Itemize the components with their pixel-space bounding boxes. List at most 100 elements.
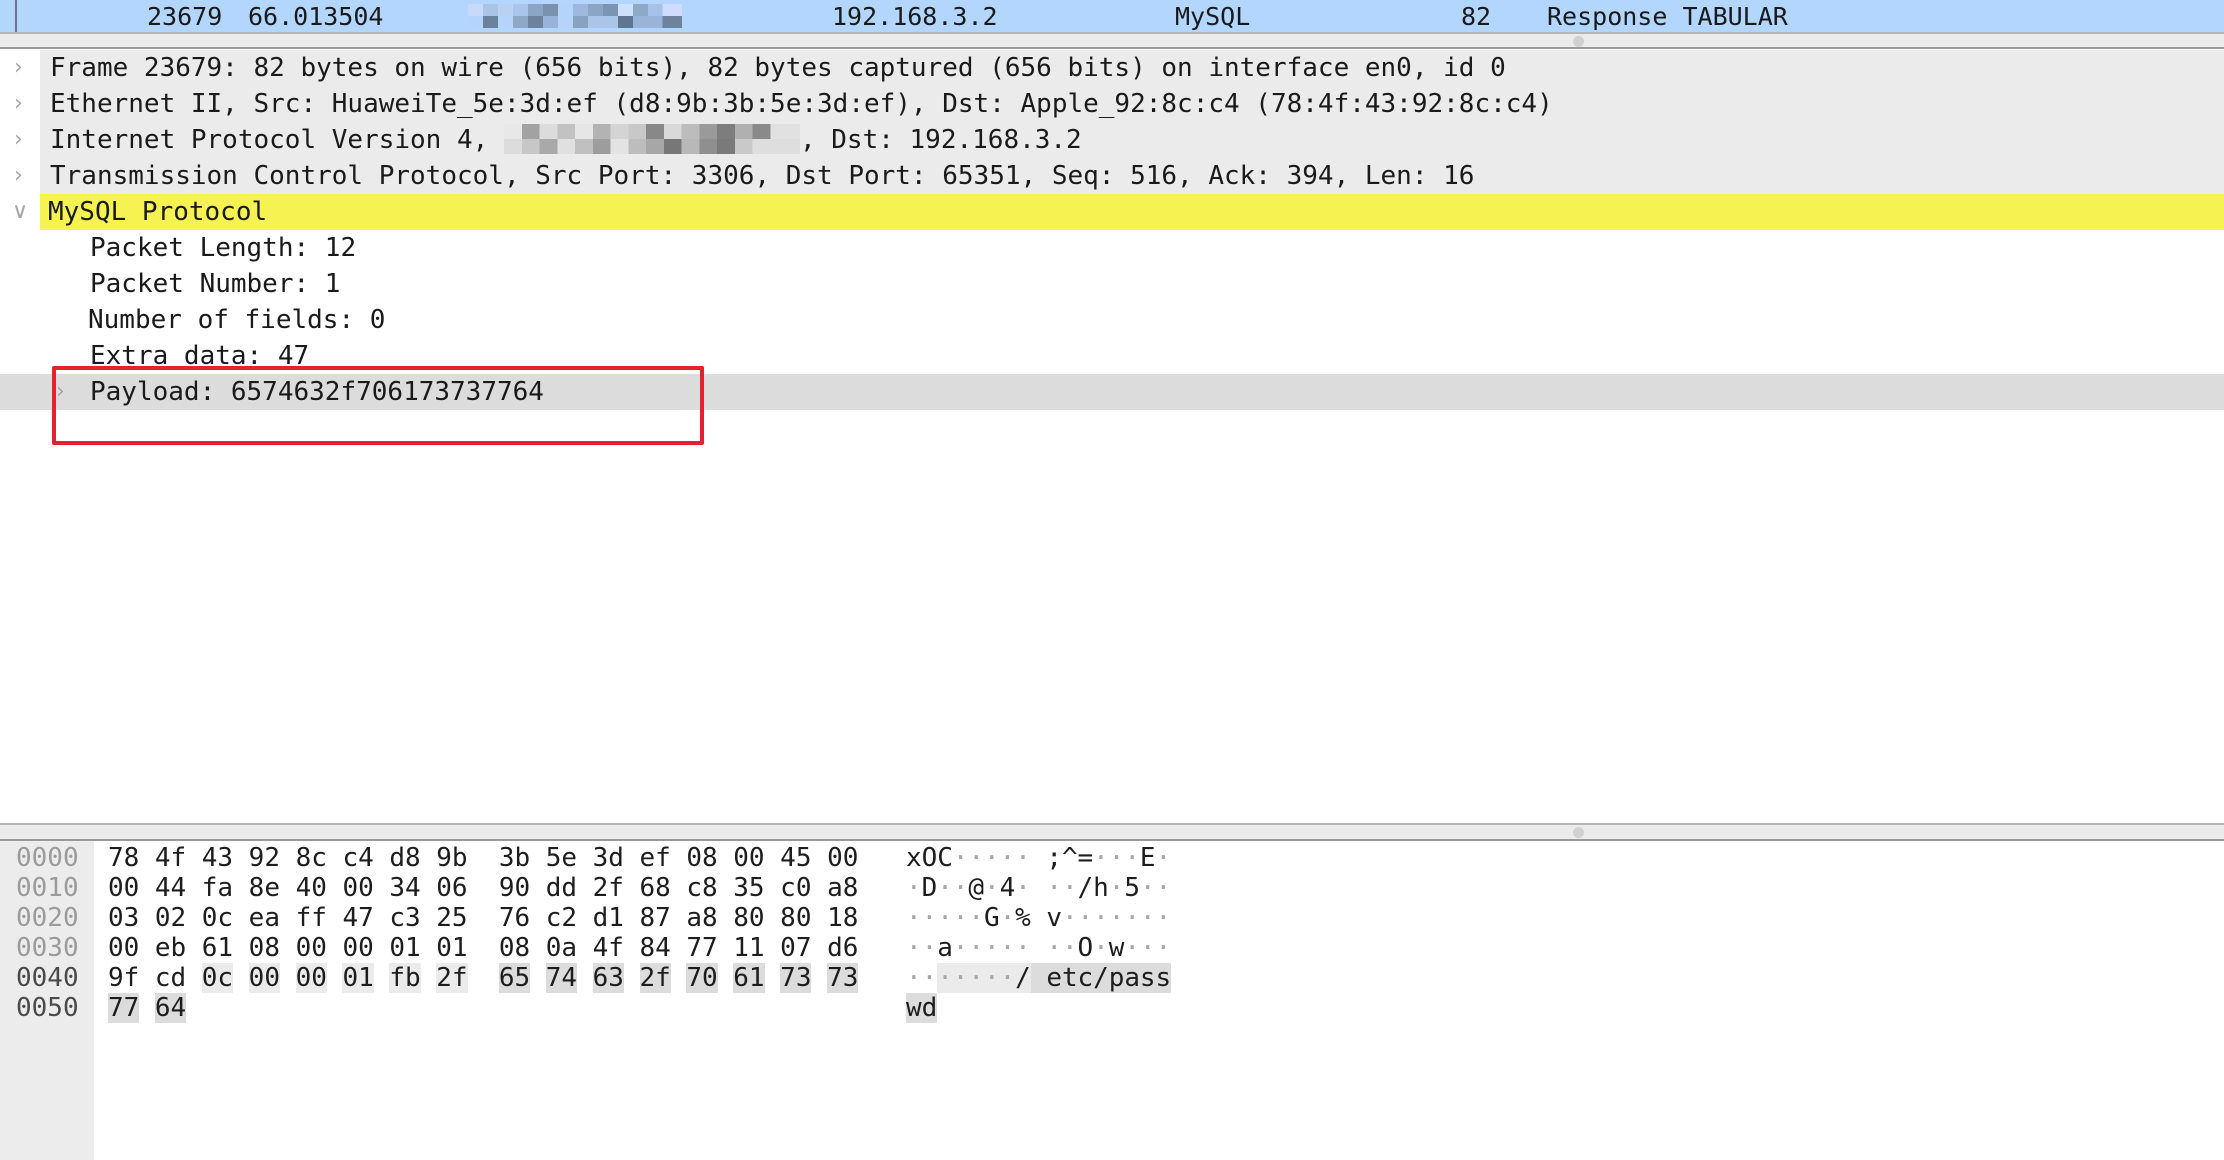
hex-byte[interactable]: 03 (108, 903, 139, 933)
hex-byte[interactable]: 73 (827, 963, 858, 993)
tree-row-tcp[interactable]: › Transmission Control Protocol, Src Por… (0, 158, 2224, 194)
tree-row-packet-length[interactable]: Packet Length: 12 (0, 230, 2224, 266)
hex-byte[interactable]: c3 (389, 903, 420, 933)
hex-row[interactable]: 0010 00 44 fa 8e 40 00 34 06 90 dd 2f 68 c8 35 c0 a8 ·D··… (0, 873, 2224, 903)
ascii-char[interactable]: · (968, 963, 984, 993)
ascii-char[interactable]: t (1061, 963, 1078, 993)
ascii-char[interactable]: · (1156, 843, 1172, 873)
chevron-right-icon[interactable]: › (14, 86, 23, 122)
ascii-char[interactable]: · (1015, 873, 1031, 903)
hex-byte[interactable]: 01 (342, 963, 374, 993)
hex-dump-pane[interactable]: 0000 78 4f 43 92 8c c4 d8 9b 3b 5e 3d ef 08 00 45 00 xOC·… (0, 841, 2224, 1160)
hex-byte[interactable]: 01 (436, 933, 467, 963)
ascii-char[interactable]: · (953, 903, 969, 933)
hex-byte[interactable]: 00 (108, 933, 139, 963)
ascii-char[interactable]: · (984, 843, 1000, 873)
ascii-char[interactable]: · (1140, 873, 1156, 903)
hex-byte[interactable]: 77 (686, 933, 717, 963)
hex-byte[interactable]: 00 (733, 843, 764, 873)
ascii-char[interactable]: · (1000, 903, 1016, 933)
ascii-char[interactable]: E (1140, 843, 1156, 873)
hex-row[interactable]: 0050 77 64 wd (0, 993, 2224, 1023)
hex-bytes[interactable]: 78 4f 43 92 8c c4 d8 9b 3b 5e 3d ef 08 00 45 00 (108, 843, 858, 873)
ascii-char[interactable]: · (1109, 903, 1125, 933)
hex-byte[interactable]: 00 (296, 933, 327, 963)
ascii-char[interactable]: = (1078, 843, 1094, 873)
ascii-char[interactable]: · (937, 963, 953, 993)
chevron-right-icon[interactable]: › (14, 158, 23, 194)
ascii-char[interactable]: · (1046, 933, 1062, 963)
ascii-char[interactable]: · (1140, 933, 1156, 963)
hex-byte[interactable]: fb (389, 963, 421, 993)
ascii-char[interactable]: · (1046, 873, 1062, 903)
hex-byte[interactable]: d6 (827, 933, 858, 963)
ascii-char[interactable]: · (952, 963, 968, 993)
ascii-char[interactable]: 5 (1124, 873, 1140, 903)
ascii-char[interactable]: ^ (1062, 843, 1078, 873)
hex-byte[interactable]: 80 (733, 903, 764, 933)
hex-row[interactable]: 0030 00 eb 61 08 00 00 01 01 08 0a 4f 84 77 11 07 d6 ··a·… (0, 933, 2224, 963)
ascii-char[interactable]: · (1093, 843, 1109, 873)
hex-byte[interactable]: 45 (780, 843, 811, 873)
hex-ascii[interactable]: ·······/ etc/pass (906, 963, 1171, 993)
ascii-char[interactable]: 4 (1000, 873, 1016, 903)
hex-ascii[interactable]: xOC····· ;^=···E· (906, 843, 1171, 873)
chevron-right-icon[interactable]: › (14, 122, 23, 158)
ascii-char[interactable]: s (1155, 963, 1171, 993)
ascii-char[interactable]: · (1000, 843, 1016, 873)
hex-byte[interactable]: 35 (733, 873, 764, 903)
ascii-char[interactable]: · (937, 903, 953, 933)
hex-byte[interactable]: eb (155, 933, 186, 963)
ascii-char[interactable]: · (984, 933, 1000, 963)
hex-row[interactable]: 0040 9f cd 0c 00 00 01 fb 2f 65 74 63 2f 70 61 73 73 ····… (0, 963, 2224, 993)
hex-byte[interactable]: fa (202, 873, 233, 903)
ascii-char[interactable]: / (1078, 873, 1094, 903)
pane-splitter-top[interactable] (0, 32, 2224, 49)
hex-byte[interactable]: 63 (592, 963, 624, 993)
tree-row-number-of-fields[interactable]: Number of fields: 0 (0, 302, 2224, 338)
ascii-char[interactable]: · (983, 963, 1000, 993)
hex-byte[interactable]: 9b (436, 843, 467, 873)
ascii-char[interactable]: w (1109, 933, 1125, 963)
hex-byte[interactable]: 00 (248, 963, 280, 993)
hex-byte[interactable]: 84 (640, 933, 671, 963)
hex-byte[interactable]: 08 (499, 933, 530, 963)
hex-byte[interactable]: 06 (436, 873, 467, 903)
chevron-down-icon[interactable]: ∨ (12, 194, 28, 230)
ascii-char[interactable]: · (906, 933, 922, 963)
hex-byte[interactable]: c8 (686, 873, 717, 903)
hex-byte[interactable]: 3d (593, 843, 624, 873)
hex-byte[interactable]: 68 (640, 873, 671, 903)
hex-byte[interactable]: 02 (155, 903, 186, 933)
hex-ascii[interactable]: wd (906, 993, 937, 1023)
hex-bytes[interactable]: 77 64 (108, 993, 186, 1023)
tree-row-packet-number[interactable]: Packet Number: 1 (0, 266, 2224, 302)
hex-bytes[interactable]: 9f cd 0c 00 00 01 fb 2f 65 74 63 2f 70 61 73 73 (108, 963, 858, 993)
ascii-char[interactable]: G (984, 903, 1000, 933)
ascii-char[interactable]: · (906, 963, 922, 993)
hex-byte[interactable]: ef (640, 843, 671, 873)
hex-byte[interactable]: 4f (593, 933, 624, 963)
hex-ascii[interactable]: ·····G·% v······· (906, 903, 1171, 933)
ascii-char[interactable]: · (1124, 843, 1140, 873)
ascii-char[interactable]: · (922, 903, 938, 933)
ascii-char[interactable]: · (968, 933, 984, 963)
hex-byte[interactable]: 00 (295, 963, 327, 993)
hex-byte[interactable]: 80 (780, 903, 811, 933)
pane-splitter-bottom[interactable] (0, 823, 2224, 841)
hex-byte[interactable]: 2f (593, 873, 624, 903)
ascii-char[interactable]: · (922, 963, 938, 993)
ascii-char[interactable]: s (1139, 963, 1156, 993)
ascii-char[interactable]: · (1124, 903, 1140, 933)
ascii-char[interactable]: · (1109, 873, 1125, 903)
ascii-char[interactable]: · (1000, 933, 1016, 963)
hex-byte[interactable]: 40 (296, 873, 327, 903)
tree-row-ipv4[interactable]: › Internet Protocol Version 4, , Dst: 19… (0, 122, 2224, 158)
hex-byte[interactable]: 00 (342, 873, 373, 903)
ascii-char[interactable]: / (1093, 963, 1109, 993)
hex-byte[interactable]: 00 (108, 873, 139, 903)
hex-byte[interactable]: 73 (780, 963, 811, 993)
ascii-char[interactable]: · (1062, 903, 1078, 933)
ascii-char[interactable]: w (906, 993, 922, 1023)
hex-byte[interactable]: 18 (827, 903, 858, 933)
